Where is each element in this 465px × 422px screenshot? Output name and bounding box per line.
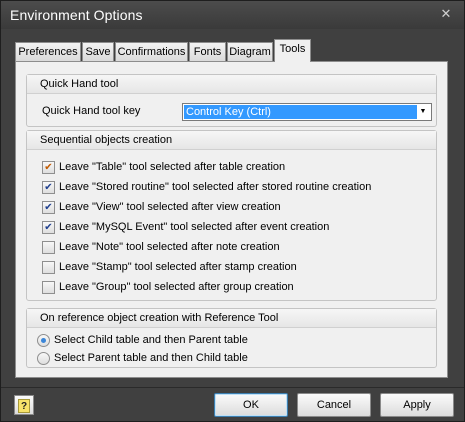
chevron-down-icon[interactable]: ▼: [416, 105, 430, 119]
checkbox-label: Leave "Table" tool selected after table …: [59, 161, 286, 173]
tab-diagram[interactable]: Diagram: [227, 42, 273, 62]
checkbox-unchecked-icon[interactable]: [42, 241, 55, 254]
sequential-creation-header: Sequential objects creation: [27, 131, 436, 150]
quick-hand-key-label: Quick Hand tool key: [42, 105, 141, 117]
tab-save[interactable]: Save: [82, 42, 114, 62]
title-bar[interactable]: Environment Options ✕: [1, 1, 464, 29]
environment-options-window: Environment Options ✕ Preferences Save C…: [0, 0, 465, 422]
radio-label: Select Parent table and then Child table: [54, 352, 248, 364]
checkbox-label: Leave "Note" tool selected after note cr…: [59, 241, 280, 253]
help-icon: ?: [18, 399, 30, 413]
radio-selected-icon[interactable]: [37, 334, 50, 347]
tab-confirmations[interactable]: Confirmations: [115, 42, 188, 62]
sequential-creation-group: Sequential objects creation ✔ Leave "Tab…: [26, 130, 437, 301]
tab-tools[interactable]: Tools: [274, 39, 311, 62]
quick-hand-key-dropdown[interactable]: Control Key (Ctrl) ▼: [182, 103, 432, 121]
footer-divider: [1, 387, 464, 388]
checkbox-label: Leave "View" tool selected after view cr…: [59, 201, 281, 213]
checkbox-unchecked-icon[interactable]: [42, 281, 55, 294]
checkbox-label: Leave "MySQL Event" tool selected after …: [59, 221, 330, 233]
reference-tool-group: On reference object creation with Refere…: [26, 308, 437, 368]
checkbox-checked-icon[interactable]: ✔: [42, 161, 55, 174]
close-icon[interactable]: ✕: [438, 6, 454, 22]
radio-unselected-icon[interactable]: [37, 352, 50, 365]
cancel-button[interactable]: Cancel: [297, 393, 371, 417]
tab-preferences[interactable]: Preferences: [15, 42, 81, 62]
reference-tool-header: On reference object creation with Refere…: [27, 309, 436, 328]
help-button[interactable]: ?: [14, 395, 34, 415]
quick-hand-group: Quick Hand tool Quick Hand tool key Cont…: [26, 74, 437, 127]
checkbox-unchecked-icon[interactable]: [42, 261, 55, 274]
ok-button[interactable]: OK: [214, 393, 288, 417]
quick-hand-key-value: Control Key (Ctrl): [184, 105, 417, 119]
tools-panel: Quick Hand tool Quick Hand tool key Cont…: [15, 61, 448, 378]
checkbox-checked-icon[interactable]: ✔: [42, 181, 55, 194]
checkbox-checked-icon[interactable]: ✔: [42, 201, 55, 214]
checkbox-checked-icon[interactable]: ✔: [42, 221, 55, 234]
checkbox-label: Leave "Stored routine" tool selected aft…: [59, 181, 372, 193]
apply-button[interactable]: Apply: [380, 393, 454, 417]
radio-label: Select Child table and then Parent table: [54, 334, 248, 346]
window-title: Environment Options: [10, 7, 143, 23]
quick-hand-header: Quick Hand tool: [27, 75, 436, 94]
tab-fonts[interactable]: Fonts: [189, 42, 226, 62]
checkbox-label: Leave "Stamp" tool selected after stamp …: [59, 261, 297, 273]
checkbox-label: Leave "Group" tool selected after group …: [59, 281, 294, 293]
